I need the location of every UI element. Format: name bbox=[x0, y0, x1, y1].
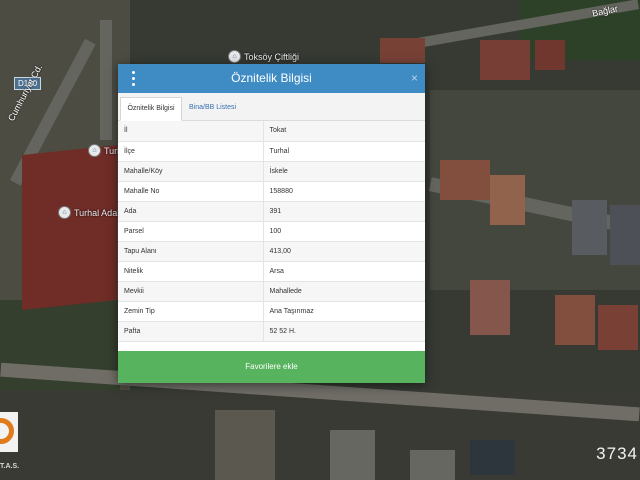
table-row: İl Tokat bbox=[118, 121, 425, 142]
poi-toksoy[interactable]: ⌂ Toksöy Çiftliği bbox=[228, 50, 299, 63]
table-row: Zemin Tip Ana Taşınmaz bbox=[118, 301, 425, 322]
poi-label: Turhal Adal bbox=[74, 207, 120, 218]
company-logo bbox=[0, 412, 18, 452]
attribute-key: Mevkii bbox=[118, 281, 264, 302]
attribute-value: Turhal bbox=[263, 141, 425, 162]
dialog-header: Öznitelik Bilgisi × bbox=[118, 64, 425, 93]
table-row: Mahalle No 158880 bbox=[118, 181, 425, 202]
poi-pin-icon: ⌂ bbox=[58, 206, 71, 219]
table-row: Pafta 52 52 H. bbox=[118, 321, 425, 342]
listing-watermark: 3734 bbox=[596, 444, 638, 463]
attribute-key: Tapu Alanı bbox=[118, 241, 264, 262]
table-row: Mevkii Mahallede bbox=[118, 281, 425, 302]
attribute-key: Ada bbox=[118, 201, 264, 222]
dialog-title: Öznitelik Bilgisi bbox=[231, 71, 312, 85]
attribute-value: 52 52 H. bbox=[263, 321, 425, 342]
tab-attribute-info[interactable]: Öznitelik Bilgisi bbox=[120, 97, 182, 121]
attribute-key: Pafta bbox=[118, 321, 264, 342]
attribute-info-dialog: Öznitelik Bilgisi × Öznitelik Bilgisi Bi… bbox=[118, 64, 425, 383]
table-row: Mahalle/Köy İskele bbox=[118, 161, 425, 182]
attribute-key: Mahalle No bbox=[118, 181, 264, 202]
attribute-value: 413,00 bbox=[263, 241, 425, 262]
dialog-tabs: Öznitelik Bilgisi Bina/BB Listesi bbox=[118, 93, 425, 121]
poi-label: Toksöy Çiftliği bbox=[244, 51, 300, 62]
tab-building-list[interactable]: Bina/BB Listesi bbox=[184, 97, 241, 121]
attribute-value: 391 bbox=[263, 201, 425, 222]
attribute-value: 100 bbox=[263, 221, 425, 242]
attribute-value: Mahallede bbox=[263, 281, 425, 302]
poi-turhal-adal[interactable]: ⌂ Turhal Adal bbox=[58, 206, 119, 219]
add-to-favorites-button[interactable]: Favorilere ekle bbox=[118, 351, 425, 383]
close-icon[interactable]: × bbox=[411, 64, 418, 93]
poi-pin-icon: ⌂ bbox=[228, 50, 241, 63]
attribute-value: İskele bbox=[263, 161, 425, 182]
attribute-value: Arsa bbox=[263, 261, 425, 282]
poi-pin-icon: ⌂ bbox=[88, 144, 101, 157]
table-row: Parsel 100 bbox=[118, 221, 425, 242]
attribute-table: İl Tokat İlçe Turhal Mahalle/Köy İskele Mahall… bbox=[118, 121, 425, 342]
attribute-key: İl bbox=[118, 121, 264, 142]
table-row: Nitelik Arsa bbox=[118, 261, 425, 282]
table-row: Ada 391 bbox=[118, 201, 425, 222]
attribute-key: Parsel bbox=[118, 221, 264, 242]
attribute-value: Ana Taşınmaz bbox=[263, 301, 425, 322]
attribute-value: Tokat bbox=[263, 121, 425, 142]
attribute-key: Zemin Tip bbox=[118, 301, 264, 322]
company-logo-text: T.A.S. bbox=[0, 463, 20, 470]
attribute-key: Nitelik bbox=[118, 261, 264, 282]
table-row: İlçe Turhal bbox=[118, 141, 425, 162]
attribute-key: İlçe bbox=[118, 141, 264, 162]
table-row: Tapu Alanı 413,00 bbox=[118, 241, 425, 262]
attribute-value: 158880 bbox=[263, 181, 425, 202]
attribute-key: Mahalle/Köy bbox=[118, 161, 264, 182]
